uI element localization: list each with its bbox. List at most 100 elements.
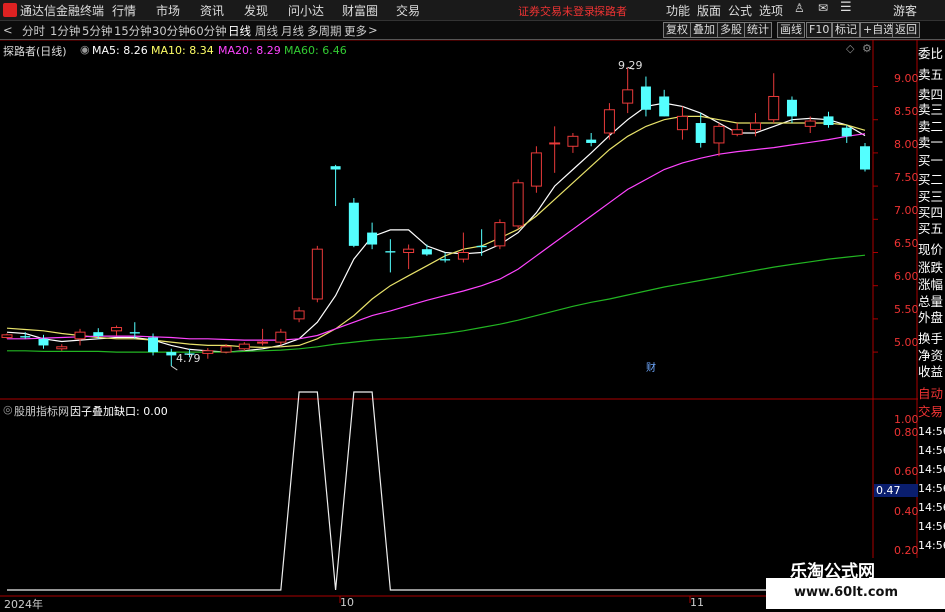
panel2-trade[interactable]: 交易 — [918, 402, 945, 421]
candle-up — [257, 341, 269, 344]
candle-up — [1, 334, 13, 338]
candle-down — [38, 338, 49, 346]
menu-icon[interactable]: ☰ — [840, 0, 852, 15]
menu-jiaoyi[interactable]: 交易 — [396, 2, 420, 19]
ind-tick-060: 0.60 — [894, 465, 919, 478]
candle-down — [367, 232, 378, 245]
candle-up — [202, 350, 214, 354]
huaxian-button[interactable]: 画线 — [777, 22, 805, 38]
candle-up — [238, 343, 250, 350]
x-label-10: 10 — [340, 596, 354, 609]
menu-shichang[interactable]: 市场 — [156, 2, 180, 19]
period-15min[interactable]: 15分钟 — [114, 23, 152, 39]
watermark-title: 乐淘公式网 — [790, 562, 875, 582]
panel2-auto[interactable]: 自动 — [918, 384, 945, 403]
candle-down — [148, 337, 159, 353]
message-icon[interactable]: ✉ — [818, 1, 828, 15]
duogu-button[interactable]: 多股 — [717, 22, 745, 38]
cai-marker[interactable]: 财 — [646, 359, 656, 374]
candle-up — [111, 327, 123, 332]
candle-up — [220, 346, 232, 353]
period-monthly[interactable]: 月线 — [281, 23, 304, 39]
x-label-11: 11 — [690, 596, 704, 609]
user-icon[interactable]: ♙ — [794, 1, 805, 15]
indicator-toggle-icon[interactable]: ◎ — [3, 403, 13, 416]
fuquan-button[interactable]: 复权 — [663, 22, 691, 38]
indicator-line — [7, 391, 865, 591]
candle-down — [20, 336, 31, 338]
candle-up — [293, 310, 305, 320]
panel-buy5: 买五 — [918, 219, 945, 238]
cursor-value-box: 0.47 — [874, 484, 918, 497]
candle-down — [348, 202, 359, 246]
diejia-button[interactable]: 叠加 — [690, 22, 718, 38]
menu-banmian[interactable]: 版面 — [697, 2, 721, 19]
period-5min[interactable]: 5分钟 — [82, 23, 112, 39]
candle-up — [74, 331, 86, 340]
guest-label[interactable]: 游客 — [893, 2, 917, 19]
diamond-icon[interactable]: ◇ — [846, 42, 854, 55]
period-30min[interactable]: 30分钟 — [152, 23, 190, 39]
ma-line-ma5 — [6, 102, 866, 353]
low-pointer — [171, 365, 178, 371]
kline-chart[interactable] — [0, 40, 945, 609]
candle-down — [860, 146, 870, 170]
candle-down — [421, 249, 432, 255]
candle-down — [640, 86, 651, 110]
period-more[interactable]: 更多 — [344, 23, 367, 39]
candle-up — [731, 129, 743, 135]
candle-up — [603, 109, 615, 134]
menu-wenxiaoda[interactable]: 问小达 — [288, 2, 324, 19]
panel2-time: 14:56 — [918, 441, 945, 460]
candle-down — [440, 259, 451, 261]
candle-up — [311, 248, 323, 300]
back-button[interactable]: 返回 — [892, 22, 920, 38]
candle-up — [275, 331, 287, 343]
panel-eps: 收益 — [918, 362, 945, 381]
price-tick-800: 8.00 — [894, 138, 919, 151]
expand-icon[interactable]: ◉ — [80, 43, 90, 56]
menu-hangqing[interactable]: 行情 — [112, 2, 136, 19]
panel2-time: 14:56 — [918, 422, 945, 441]
trade-panel: 自动 交易 14:56 14:56 14:56 14:56 14:56 14:5… — [918, 384, 945, 584]
period-60min[interactable]: 60分钟 — [189, 23, 227, 39]
f10-button[interactable]: F10 — [806, 22, 833, 38]
candle-down — [129, 332, 140, 334]
quote-panel: 委比 卖五 卖四 卖三 卖二 卖一 买一 买二 买三 买四 买五 现价 涨跌 涨… — [918, 44, 945, 384]
menu-faxian[interactable]: 发现 — [244, 2, 268, 19]
period-weekly[interactable]: 周线 — [255, 23, 278, 39]
menu-gongshi[interactable]: 公式 — [728, 2, 752, 19]
price-tick-700: 7.00 — [894, 204, 919, 217]
period-multi[interactable]: 多周期 — [307, 23, 342, 39]
more-chevron-icon[interactable]: > — [368, 23, 378, 37]
period-daily[interactable]: 日线 — [228, 23, 251, 39]
login-status[interactable]: 证券交易未登录 — [518, 3, 595, 19]
ind-tick-100: 1.00 — [894, 413, 919, 426]
panel-weibi: 委比 — [918, 44, 945, 63]
menu-gongneng[interactable]: 功能 — [666, 2, 690, 19]
price-tick-500: 5.00 — [894, 336, 919, 349]
tongji-button[interactable]: 统计 — [744, 22, 772, 38]
x-label-2024: 2024年 — [4, 598, 43, 611]
biaoji-button[interactable]: 标记 — [832, 22, 860, 38]
toolbar-left-arrow-icon[interactable]: < — [3, 23, 13, 37]
period-toolbar: < 分时 1分钟 5分钟 15分钟 30分钟 60分钟 日线 周线 月线 多周期… — [0, 21, 945, 40]
candle-up — [713, 125, 725, 144]
ma-line-ma20 — [7, 133, 866, 341]
candle-up — [622, 89, 634, 104]
menu-xuanxiang[interactable]: 选项 — [759, 2, 783, 19]
menu-zixun[interactable]: 资讯 — [200, 2, 224, 19]
period-1min[interactable]: 1分钟 — [50, 23, 80, 39]
candle-up — [549, 142, 561, 145]
candle-down — [823, 116, 834, 126]
low-price-label: 4.79 — [176, 352, 201, 365]
period-fenshi[interactable]: 分时 — [22, 23, 45, 39]
candle-down — [476, 245, 487, 248]
candle-down — [659, 96, 670, 117]
candle-up — [512, 182, 524, 227]
menu-caifuquan[interactable]: 财富圈 — [342, 2, 378, 19]
panel2-time: 14:56 — [918, 517, 945, 536]
candle-up — [457, 251, 469, 260]
settings-gear-icon[interactable]: ⚙ — [862, 42, 872, 55]
panel-sell5: 卖五 — [918, 65, 945, 84]
